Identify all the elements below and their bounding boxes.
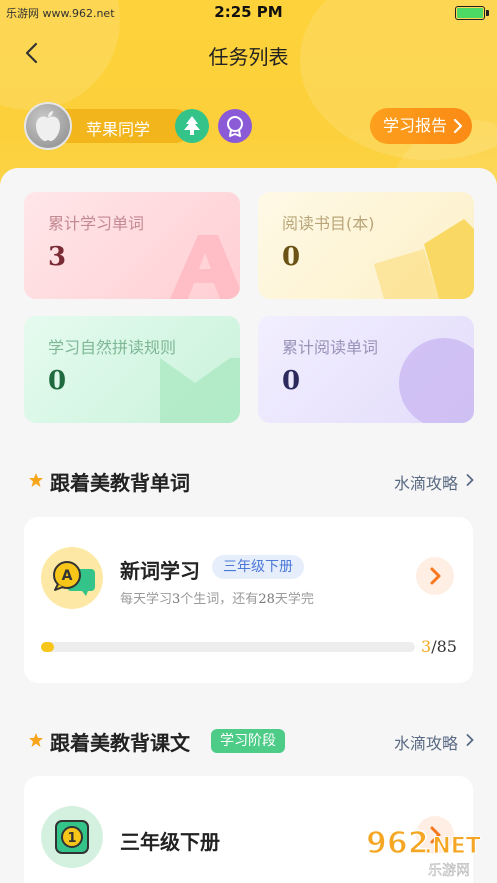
stage-tag: 学习阶段 <box>211 729 285 753</box>
stat-card-books-read[interactable]: 阅读书目(本) 0 <box>258 192 474 299</box>
book-shape-icon <box>374 219 474 299</box>
stat-label: 学习自然拼读规则 <box>48 338 177 357</box>
page-title: 任务列表 <box>208 45 289 69</box>
user-name: 苹果同学 <box>86 120 151 139</box>
site-watermark-logo: 962 .NET 乐游网 <box>365 825 481 879</box>
chat-a-icon: A <box>41 547 103 609</box>
svg-text:.NET: .NET <box>424 834 481 859</box>
chevron-right-icon <box>453 119 463 133</box>
svg-text:乐游网: 乐游网 <box>428 863 470 879</box>
tips-label: 水滴攻略 <box>393 734 458 753</box>
stat-card-phonics-rules[interactable]: 学习自然拼读规则 0 <box>24 316 240 423</box>
svg-text:1: 1 <box>67 831 76 846</box>
new-words-card[interactable]: A 新词学习 三年级下册 每天学习3个生词，还有28天学完 3/85 <box>24 517 473 683</box>
study-report-label: 学习报告 <box>383 116 448 135</box>
card-title: 新词学习 <box>120 559 200 583</box>
book-one-icon: 1 <box>41 806 103 868</box>
stat-value: 0 <box>282 242 301 272</box>
section-header-words: 跟着美教背单词 水滴攻略 <box>28 466 474 496</box>
status-bar: 乐游网 www.962.net 2:25 PM <box>0 0 497 26</box>
progress-bar <box>41 642 415 652</box>
stat-label: 累计阅读单词 <box>282 338 379 357</box>
shape-icon <box>160 358 240 423</box>
battery-icon <box>455 6 485 20</box>
svg-text:A: A <box>62 568 73 584</box>
section-title: 跟着美教背单词 <box>50 471 190 495</box>
tips-link[interactable]: 水滴攻略 <box>394 730 474 754</box>
avatar[interactable] <box>24 102 72 150</box>
stat-card-words-read[interactable]: 累计阅读单词 0 <box>258 316 474 423</box>
apple-logo-icon <box>36 111 60 141</box>
stat-value: 0 <box>48 366 67 396</box>
tips-link[interactable]: 水滴攻略 <box>394 470 474 494</box>
progress-fill <box>41 642 55 652</box>
tips-label: 水滴攻略 <box>393 474 458 493</box>
nav-bar: 任务列表 <box>0 30 497 78</box>
status-time: 2:25 PM <box>214 3 283 21</box>
grade-tag: 三年级下册 <box>212 555 304 579</box>
stat-value: 0 <box>282 366 301 396</box>
section-title: 跟着美教背课文 <box>50 731 190 755</box>
tree-badge-icon[interactable] <box>175 109 209 143</box>
card-title: 三年级下册 <box>120 830 220 854</box>
section-header-texts: 跟着美教背课文 学习阶段 水滴攻略 <box>28 726 474 756</box>
svg-text:962: 962 <box>366 826 429 861</box>
study-report-button[interactable]: 学习报告 <box>370 108 472 144</box>
stat-label: 阅读书目(本) <box>282 214 375 233</box>
chevron-right-icon <box>466 734 474 746</box>
chevron-right-icon <box>430 567 441 585</box>
chevron-right-icon <box>466 474 474 486</box>
stat-card-words-learned[interactable]: 累计学习单词 3 <box>24 192 240 299</box>
medal-badge-icon[interactable] <box>218 109 252 143</box>
star-icon <box>29 733 43 747</box>
stat-value: 3 <box>48 242 67 272</box>
star-icon <box>29 473 43 487</box>
go-button[interactable] <box>416 557 454 595</box>
progress-text: 3/85 <box>421 637 457 656</box>
circle-shape-icon <box>399 338 474 423</box>
letter-a-icon <box>170 235 240 299</box>
card-description: 每天学习3个生词，还有28天学完 <box>120 592 314 607</box>
stat-label: 累计学习单词 <box>48 214 145 233</box>
